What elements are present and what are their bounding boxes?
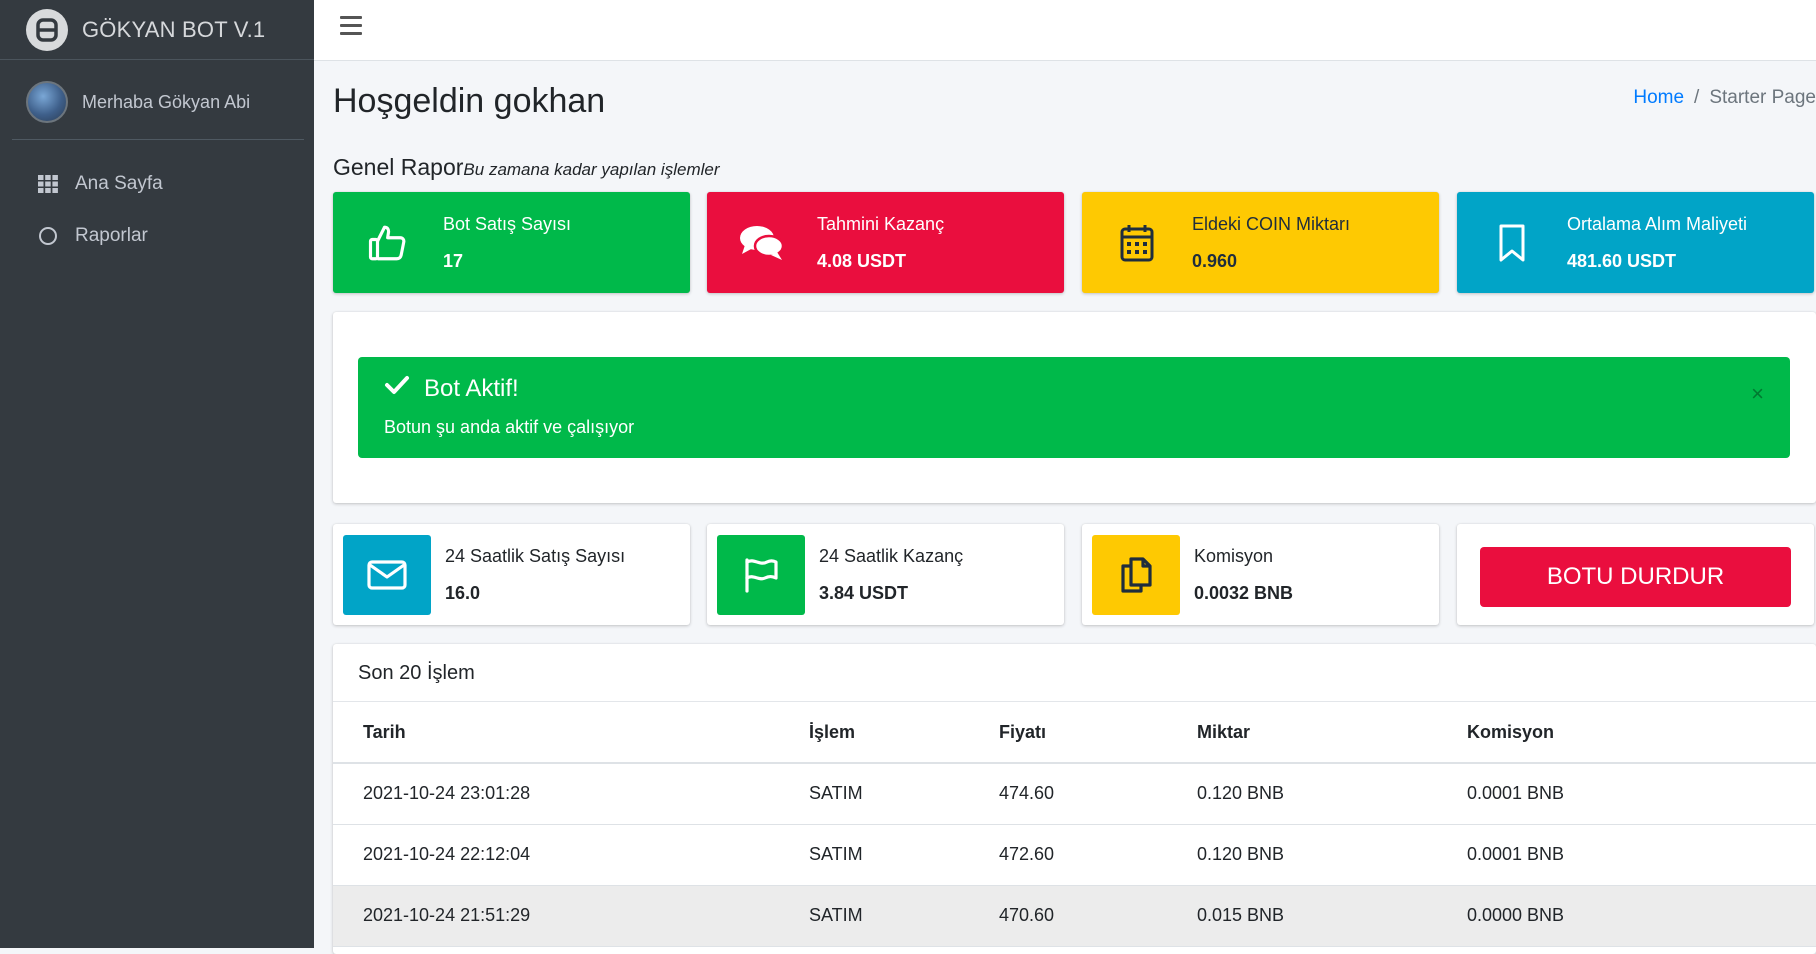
transactions-card: Son 20 İşlem Tarih İşlem Fiyatı Miktar K… (333, 644, 1816, 954)
cell-commission: 0.0001 BNB (1467, 763, 1816, 825)
daily-box-sales-count: 24 Saatlik Satış Sayısı 16.0 (333, 524, 690, 625)
avatar (26, 81, 68, 123)
stat-value: 0.960 (1192, 250, 1238, 271)
sidebar: GÖKYAN BOT V.1 Merhaba Gökyan Abi Ana Sa… (0, 0, 314, 948)
table-row: 2021-10-24 23:01:28 SATIM 474.60 0.120 B… (333, 763, 1816, 825)
page-title: Hoşgeldin gokhan (333, 82, 606, 120)
brand-link[interactable]: GÖKYAN BOT V.1 (0, 0, 314, 60)
cell-operation: SATIM (809, 824, 999, 886)
table-row: 2021-10-24 22:12:04 SATIM 472.60 0.120 B… (333, 824, 1816, 886)
stat-box-avg-cost: Ortalama Alım Maliyeti 481.60 USDT (1457, 192, 1814, 293)
daily-label: 24 Saatlik Kazanç (819, 545, 964, 566)
stat-box-sales-count: Bot Satış Sayısı 17 (333, 192, 690, 293)
breadcrumb-current: Starter Page (1709, 87, 1816, 108)
sidebar-item-label: Ana Sayfa (75, 173, 163, 194)
calendar-icon (1082, 223, 1192, 263)
cell-date: 2021-10-24 21:51:29 (333, 885, 809, 947)
sidebar-item-ana-sayfa[interactable]: Ana Sayfa (0, 158, 314, 210)
daily-box-earnings: 24 Saatlik Kazanç 3.84 USDT (707, 524, 1064, 625)
cell-price: 474.60 (999, 763, 1197, 825)
envelope-icon (343, 534, 431, 615)
table-header-row: Tarih İşlem Fiyatı Miktar Komisyon (333, 702, 1816, 764)
report-title: Genel Rapor (333, 154, 464, 180)
breadcrumb-home-link[interactable]: Home (1633, 87, 1684, 109)
daily-value: 16.0 (445, 582, 481, 603)
alert-card: Bot Aktif! Botun şu anda aktif ve çalışı… (333, 312, 1816, 503)
transactions-table: Tarih İşlem Fiyatı Miktar Komisyon 2021-… (333, 702, 1816, 947)
copy-icon (1092, 534, 1180, 615)
daily-box-commission: Komisyon 0.0032 BNB (1082, 524, 1439, 625)
bookmark-icon (1457, 223, 1567, 263)
breadcrumb-separator: / (1694, 87, 1700, 108)
table-row: 2021-10-24 21:51:29 SATIM 470.60 0.015 B… (333, 885, 1816, 947)
stat-value: 4.08 USDT (817, 250, 907, 271)
cell-amount: 0.120 BNB (1197, 824, 1467, 886)
bot-status-alert: Bot Aktif! Botun şu anda aktif ve çalışı… (358, 357, 1790, 458)
stat-value: 481.60 USDT (1567, 250, 1677, 271)
report-subtitle: Bu zamana kadar yapılan işlemler (463, 160, 720, 179)
user-panel[interactable]: Merhaba Gökyan Abi (12, 72, 304, 140)
cell-price: 470.60 (999, 885, 1197, 947)
breadcrumb: Home / Starter Page (1633, 87, 1816, 109)
sidebar-item-raporlar[interactable]: Raporlar (0, 210, 314, 262)
user-greeting: Merhaba Gökyan Abi (82, 91, 251, 112)
check-icon (384, 374, 410, 403)
column-header-commission: Komisyon (1467, 702, 1816, 764)
top-navbar (314, 0, 1816, 61)
alert-text: Botun şu anda aktif ve çalışıyor (384, 417, 635, 437)
stat-label: Tahmini Kazanç (817, 213, 945, 234)
stat-value: 17 (443, 250, 464, 271)
daily-value: 0.0032 BNB (1194, 582, 1294, 603)
brand-title: GÖKYAN BOT V.1 (82, 16, 266, 42)
sidebar-nav: Ana Sayfa Raporlar (0, 158, 314, 262)
column-header-amount: Miktar (1197, 702, 1467, 764)
sidebar-item-label: Raporlar (75, 225, 148, 246)
cell-amount: 0.015 BNB (1197, 885, 1467, 947)
comments-icon (707, 223, 817, 263)
cell-date: 2021-10-24 22:12:04 (333, 824, 809, 886)
daily-value: 3.84 USDT (819, 582, 909, 603)
report-heading: Genel RaporBu zamana kadar yapılan işlem… (333, 154, 720, 181)
close-icon[interactable]: × (1751, 381, 1764, 407)
daily-label: 24 Saatlik Satış Sayısı (445, 545, 626, 566)
stop-bot-card: BOTU DURDUR (1457, 524, 1814, 625)
cell-date: 2021-10-24 23:01:28 (333, 763, 809, 825)
cell-price: 472.60 (999, 824, 1197, 886)
column-header-date: Tarih (333, 702, 809, 764)
stat-box-estimated-earnings: Tahmini Kazanç 4.08 USDT (707, 192, 1064, 293)
daily-label: Komisyon (1194, 545, 1274, 566)
column-header-operation: İşlem (809, 702, 999, 764)
alert-title: Bot Aktif! (424, 374, 519, 402)
cell-amount: 0.120 BNB (1197, 763, 1467, 825)
cell-commission: 0.0000 BNB (1467, 885, 1816, 947)
transactions-title: Son 20 İşlem (333, 644, 1816, 702)
grid-icon (37, 173, 59, 195)
cell-operation: SATIM (809, 885, 999, 947)
column-header-price: Fiyatı (999, 702, 1197, 764)
brand-logo-icon (26, 8, 68, 51)
stat-box-coin-amount: Eldeki COIN Miktarı 0.960 (1082, 192, 1439, 293)
flag-icon (717, 534, 805, 615)
circle-icon (37, 225, 59, 247)
cell-operation: SATIM (809, 763, 999, 825)
thumbs-up-icon (333, 222, 443, 264)
menu-toggle-icon[interactable] (340, 16, 362, 38)
stat-label: Eldeki COIN Miktarı (1192, 213, 1351, 234)
stat-label: Ortalama Alım Maliyeti (1567, 213, 1748, 234)
stat-label: Bot Satış Sayısı (443, 213, 572, 234)
cell-commission: 0.0001 BNB (1467, 824, 1816, 886)
stop-bot-button[interactable]: BOTU DURDUR (1480, 547, 1791, 607)
